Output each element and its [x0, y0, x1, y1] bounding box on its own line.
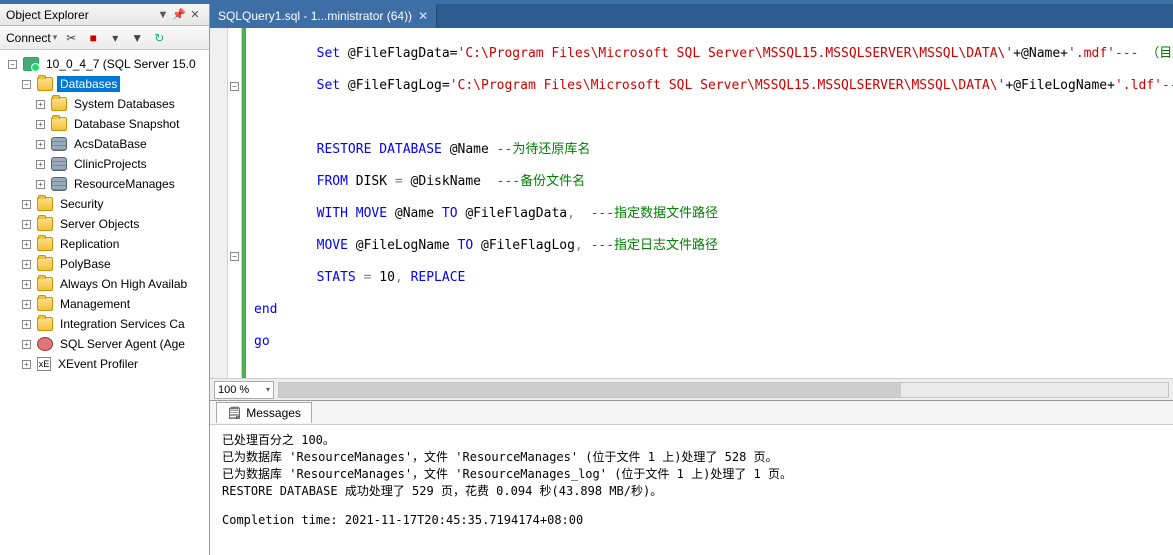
tab-sqlquery1[interactable]: SQLQuery1.sql - 1...ministrator (64)) ✕ — [210, 4, 437, 28]
editor-statusbar: 100 % — [210, 378, 1173, 400]
close-panel-icon[interactable]: ✕ — [187, 8, 203, 21]
messages-tab[interactable]: 🗒 Messages — [216, 402, 312, 423]
server-node[interactable]: −10_0_4_7 (SQL Server 15.0 — [0, 54, 209, 74]
folder-icon — [37, 257, 53, 271]
object-explorer-panel: Object Explorer ▼ 📌 ✕ Connect ✂ ■ ▾ ▼ ↻ … — [0, 4, 210, 555]
agent-node[interactable]: +SQL Server Agent (Age — [0, 334, 209, 354]
folder-icon — [51, 117, 67, 131]
folder-icon — [37, 317, 53, 331]
filter-icon[interactable]: ▼ — [129, 31, 145, 45]
collapse-gutter: − − — [228, 28, 242, 378]
xevent-icon: xE — [37, 357, 51, 371]
integration-node[interactable]: +Integration Services Ca — [0, 314, 209, 334]
folder-icon — [37, 277, 53, 291]
messages-icon: 🗒 — [227, 406, 242, 420]
agent-icon — [37, 337, 53, 351]
collapse-box[interactable]: − — [230, 252, 239, 261]
databases-node[interactable]: −Databases — [0, 74, 209, 94]
connect-button[interactable]: Connect — [6, 31, 57, 45]
refresh-icon[interactable]: ↻ — [151, 31, 167, 45]
tree-view[interactable]: −10_0_4_7 (SQL Server 15.0 −Databases +S… — [0, 50, 209, 555]
database-icon — [51, 177, 67, 191]
editor-gutter — [210, 28, 228, 378]
folder-icon — [37, 77, 53, 91]
tab-label: SQLQuery1.sql - 1...ministrator (64)) — [218, 9, 412, 23]
scroll-thumb[interactable] — [279, 383, 901, 397]
database-icon — [51, 137, 67, 151]
management-node[interactable]: +Management — [0, 294, 209, 314]
xevent-node[interactable]: +xEXEvent Profiler — [0, 354, 209, 374]
folder-icon — [51, 97, 67, 111]
folder-icon — [37, 217, 53, 231]
stop-icon[interactable]: ■ — [85, 31, 101, 45]
db-clinic-node[interactable]: +ClinicProjects — [0, 154, 209, 174]
zoom-select[interactable]: 100 % — [214, 381, 274, 399]
db-resource-node[interactable]: +ResourceManages — [0, 174, 209, 194]
server-icon — [23, 57, 39, 71]
database-snapshot-node[interactable]: +Database Snapshot — [0, 114, 209, 134]
folder-icon — [37, 197, 53, 211]
folder-icon — [37, 297, 53, 311]
messages-tab-label: Messages — [246, 406, 301, 420]
system-databases-node[interactable]: +System Databases — [0, 94, 209, 114]
code-editor[interactable]: − − Set @FileFlagData='C:\Program Files\… — [210, 28, 1173, 378]
dropdown-icon[interactable]: ▼ — [155, 9, 171, 21]
panel-header: Object Explorer ▼ 📌 ✕ — [0, 4, 209, 26]
tab-close-icon[interactable]: ✕ — [418, 9, 428, 23]
filter-dropdown-icon[interactable]: ▾ — [107, 31, 123, 45]
collapse-box[interactable]: − — [230, 82, 239, 91]
db-acs-node[interactable]: +AcsDataBase — [0, 134, 209, 154]
security-node[interactable]: +Security — [0, 194, 209, 214]
disconnect-icon[interactable]: ✂ — [63, 31, 79, 45]
messages-output[interactable]: 已处理百分之 100。 已为数据库 'ResourceManages'，文件 '… — [210, 425, 1173, 555]
messages-panel: 🗒 Messages 已处理百分之 100。 已为数据库 'ResourceMa… — [210, 400, 1173, 555]
pin-icon[interactable]: 📌 — [171, 8, 187, 21]
code-area[interactable]: Set @FileFlagData='C:\Program Files\Micr… — [246, 28, 1173, 378]
horizontal-scrollbar[interactable] — [278, 382, 1169, 398]
polybase-node[interactable]: +PolyBase — [0, 254, 209, 274]
database-icon — [51, 157, 67, 171]
server-objects-node[interactable]: +Server Objects — [0, 214, 209, 234]
editor-panel: SQLQuery1.sql - 1...ministrator (64)) ✕ … — [210, 4, 1173, 555]
replication-node[interactable]: +Replication — [0, 234, 209, 254]
tab-bar: SQLQuery1.sql - 1...ministrator (64)) ✕ — [210, 4, 1173, 28]
folder-icon — [37, 237, 53, 251]
panel-title: Object Explorer — [6, 8, 155, 22]
messages-tabbar: 🗒 Messages — [210, 401, 1173, 425]
always-on-node[interactable]: +Always On High Availab — [0, 274, 209, 294]
connect-toolbar: Connect ✂ ■ ▾ ▼ ↻ — [0, 26, 209, 50]
